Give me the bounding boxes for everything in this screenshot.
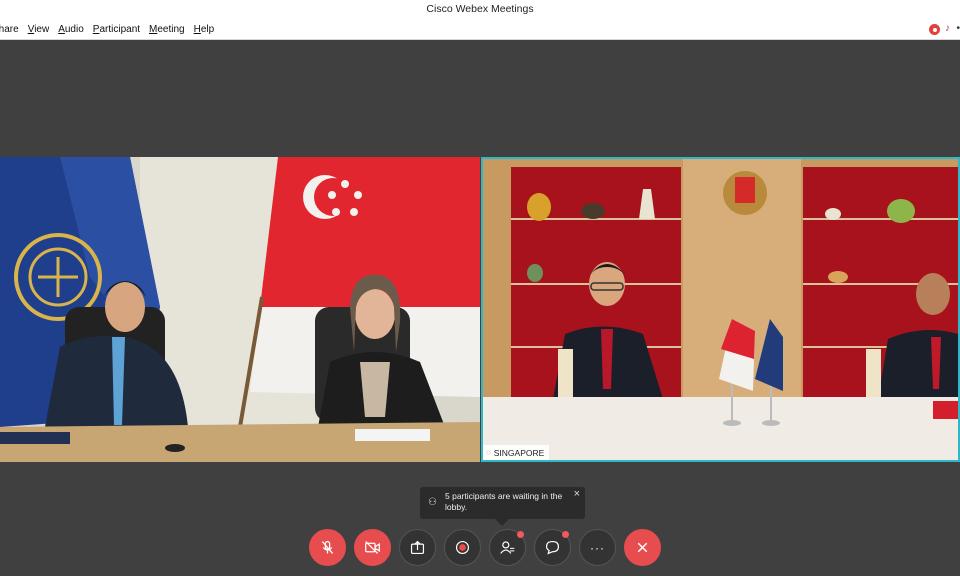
end-call-button[interactable] — [624, 529, 661, 566]
participant-name-tag: ◌ SINGAPORE — [483, 445, 550, 460]
mute-icon — [321, 540, 334, 554]
more-options-button[interactable]: ··· — [579, 529, 616, 566]
participants-badge — [517, 531, 524, 538]
more-icon: ··· — [590, 540, 605, 555]
menu-participant[interactable]: Participant — [93, 24, 140, 35]
meeting-controls: ··· — [309, 529, 661, 567]
record-indicator-icon[interactable] — [929, 24, 940, 35]
participants-button[interactable] — [489, 529, 526, 566]
lobby-notification[interactable]: ⚇ 5 participants are waiting in the lobb… — [420, 487, 585, 526]
end-call-icon — [637, 542, 648, 553]
menu-share[interactable]: Share — [0, 24, 19, 35]
menu-audio[interactable]: Audio — [58, 24, 84, 35]
share-button[interactable] — [399, 529, 436, 566]
chat-badge — [562, 531, 569, 538]
stop-video-icon — [365, 541, 380, 554]
video-tile-left[interactable] — [0, 157, 480, 462]
chat-icon — [545, 540, 560, 555]
stop-video-button[interactable] — [354, 529, 391, 566]
share-icon — [410, 540, 425, 555]
lobby-icon: ⚇ — [428, 497, 437, 508]
participants-icon — [500, 541, 515, 554]
video-feed-left — [0, 157, 480, 462]
video-tile-right[interactable]: ◌ SINGAPORE — [481, 157, 960, 462]
menu-view[interactable]: View — [28, 24, 50, 35]
audio-wave-icon: ◌ — [486, 448, 491, 457]
menu: Share View Audio Participant Meeting Hel… — [0, 24, 214, 35]
mute-button[interactable] — [309, 529, 346, 566]
menu-bar: Share View Audio Participant Meeting Hel… — [0, 20, 960, 40]
lobby-message: 5 participants are waiting in the lobby. — [445, 491, 563, 512]
video-feed-right — [483, 159, 958, 460]
title-bar: Cisco Webex Meetings — [0, 0, 960, 20]
participant-name: SINGAPORE — [493, 447, 545, 458]
more-indicator-icon[interactable]: • — [956, 23, 960, 34]
record-icon — [455, 540, 470, 555]
record-button[interactable] — [444, 529, 481, 566]
mic-indicator-icon[interactable]: ♪ — [945, 23, 950, 34]
close-icon[interactable]: × — [574, 489, 580, 500]
chat-button[interactable] — [534, 529, 571, 566]
window-title: Cisco Webex Meetings — [426, 3, 534, 15]
menu-meeting[interactable]: Meeting — [149, 24, 185, 35]
menu-help[interactable]: Help — [194, 24, 215, 35]
